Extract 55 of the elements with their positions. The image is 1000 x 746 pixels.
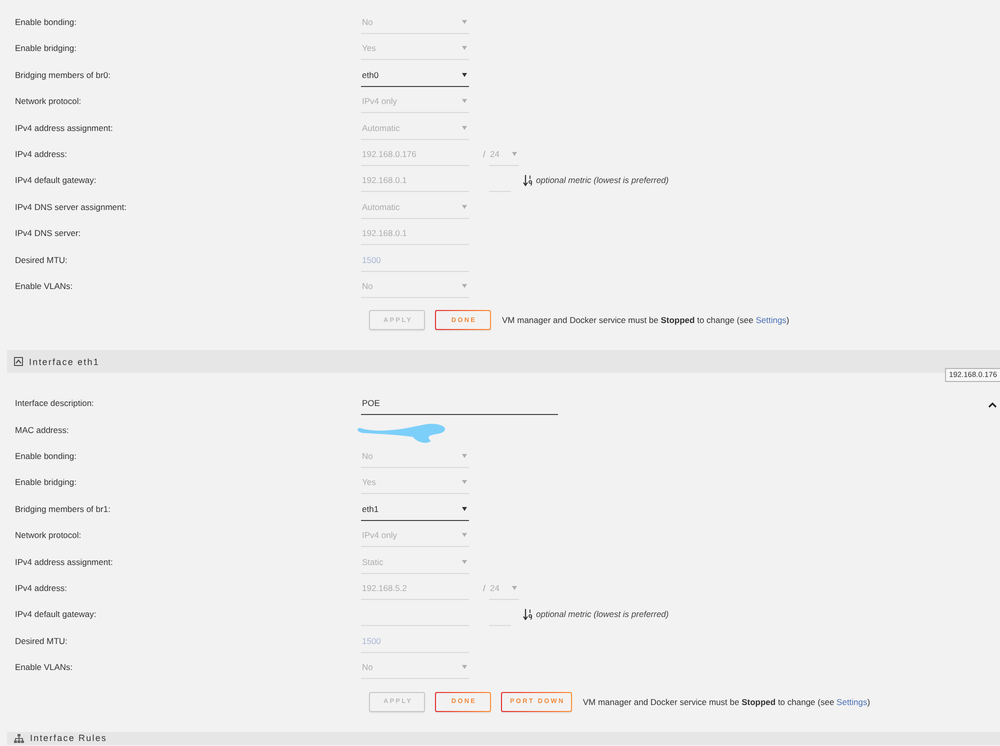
settings-link[interactable]: Settings [756,315,786,326]
hint-text: optional metric (lowest is preferred) [536,608,669,622]
field-label: Enable VLANs: [15,280,74,293]
sitemap-icon [14,734,24,743]
field-label: Network protocol: [15,529,82,542]
caret-icon [462,533,467,538]
caret-icon [462,665,467,670]
caret-icon [462,46,467,50]
caret-icon [462,506,467,511]
field-label: Enable VLANs: [15,661,74,674]
field-label: IPv4 default gateway: [15,608,98,622]
field-label: Desired MTU: [15,634,68,648]
field-label: IPv4 DNS server assignment: [15,200,128,214]
caret-icon [512,152,517,156]
section-title: Interface Rules [30,733,108,744]
framed-chevron-icon [14,357,23,366]
prefix-separator: / [483,582,486,596]
sort-number-icon [523,175,533,186]
field-label: Bridging members of br1: [15,502,112,516]
sort-number-icon [523,609,533,620]
dropdown-field[interactable]: eth1 [361,502,469,521]
section-title: Interface eth1 [29,356,100,367]
caret-icon [462,204,467,209]
caret-icon [462,454,467,458]
field-label: IPv4 address: [15,582,68,596]
notice-text: VM manager and Docker service must be Stopped to change (see Settings) [582,696,870,707]
hint-text: optional metric (lowest is preferred) [536,174,669,188]
field-label: IPv4 DNS server: [15,227,82,240]
field-label: Interface description: [15,397,95,410]
input-field[interactable]: POE [361,396,558,416]
caret-icon [462,284,467,288]
chevron-up-icon[interactable] [988,402,997,408]
caret-icon [462,99,467,104]
settings-link[interactable]: Settings [836,696,868,707]
caret-icon [512,586,517,590]
prefix-separator: / [483,148,486,161]
caret-icon [462,480,467,484]
field-label: MAC address: [15,424,70,437]
field-label: Bridging members of br0: [15,68,112,82]
caret-icon [462,20,467,24]
field-label: Enable bridging: [15,476,78,490]
field-label: Enable bridging: [15,42,78,56]
caret-icon [462,126,467,130]
caret-icon [462,72,467,77]
field-label: Enable bonding: [15,16,78,29]
field-label: Enable bonding: [15,450,78,464]
caret-icon [462,560,467,564]
field-label: Network protocol: [15,95,82,108]
field-label: IPv4 default gateway: [15,174,98,188]
notice-text: VM manager and Docker service must be Stopped to change (see Settings) [502,315,790,326]
field-label: IPv4 address: [15,148,68,161]
field-label: IPv4 address assignment: [15,556,114,569]
field-label: Desired MTU: [15,254,68,267]
dropdown-field[interactable]: eth0 [361,68,469,87]
field-label: IPv4 address assignment: [15,122,114,135]
